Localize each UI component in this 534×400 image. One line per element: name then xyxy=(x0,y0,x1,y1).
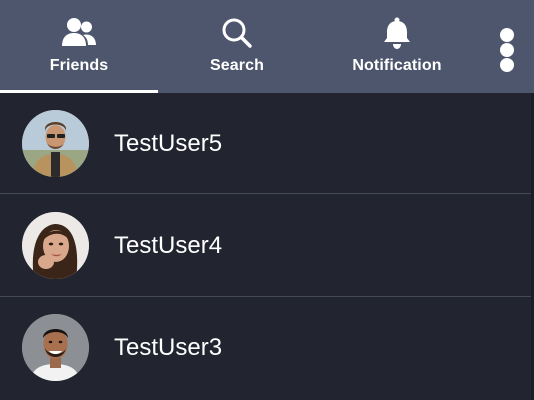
friend-name: TestUser4 xyxy=(114,232,223,259)
friend-name: TestUser3 xyxy=(114,334,223,361)
tab-friends-label: Friends xyxy=(49,57,109,74)
avatar xyxy=(22,314,89,381)
top-nav-bar: Friends Search Notification xyxy=(0,0,534,93)
tab-search[interactable]: Search xyxy=(158,0,316,93)
more-options-button[interactable] xyxy=(494,24,520,76)
tab-search-label: Search xyxy=(210,57,264,74)
tab-notification-label: Notification xyxy=(352,57,442,74)
friend-row[interactable]: TestUser5 xyxy=(0,93,531,197)
friend-name: TestUser5 xyxy=(114,130,223,157)
avatar xyxy=(22,110,89,177)
friend-row[interactable]: TestUser4 xyxy=(0,194,531,298)
friends-icon xyxy=(61,16,97,50)
friends-list: TestUser5 TestUser4 TestUser3 xyxy=(0,93,534,400)
bell-icon xyxy=(379,16,415,50)
search-icon xyxy=(219,16,255,50)
tab-notification[interactable]: Notification xyxy=(316,0,478,93)
app-window: Friends Search Notification TestUser5 Te… xyxy=(0,0,534,400)
friend-row[interactable]: TestUser3 xyxy=(0,297,531,400)
tab-friends[interactable]: Friends xyxy=(0,0,158,93)
avatar xyxy=(22,212,89,279)
